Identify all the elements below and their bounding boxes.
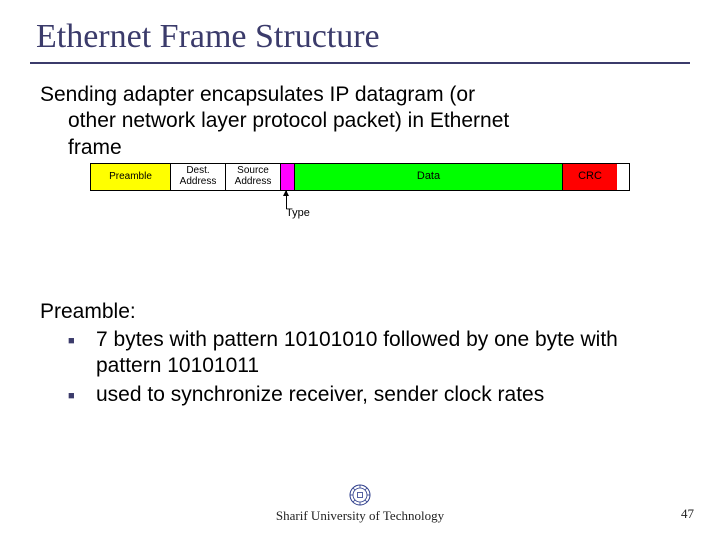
bullet-text: used to synchronize receiver, sender clo…: [96, 382, 680, 408]
frame-row: Preamble Dest.Address SourceAddress Data…: [90, 163, 630, 191]
field-source-address: SourceAddress: [226, 164, 281, 190]
bullet-icon: ■: [68, 327, 96, 349]
field-data: Data: [295, 164, 563, 190]
intro-line-1: Sending adapter encapsulates IP datagram…: [0, 82, 720, 108]
ethernet-frame-diagram: Preamble Dest.Address SourceAddress Data…: [90, 163, 630, 243]
slide-title: Ethernet Frame Structure: [0, 0, 720, 62]
type-label: Type: [286, 207, 310, 219]
title-underline: [30, 62, 690, 64]
preamble-heading: Preamble:: [0, 299, 720, 325]
field-dest-address: Dest.Address: [171, 164, 226, 190]
bullet-text: 7 bytes with pattern 10101010 followed b…: [96, 327, 680, 380]
field-type: [281, 164, 295, 190]
list-item: ■ 7 bytes with pattern 10101010 followed…: [40, 327, 680, 380]
intro-line-2: other network layer protocol packet) in …: [0, 108, 720, 134]
university-logo-icon: [349, 484, 371, 506]
footer: Sharif University of Technology: [0, 484, 720, 524]
page-number: 47: [681, 506, 694, 522]
bullet-list: ■ 7 bytes with pattern 10101010 followed…: [0, 327, 720, 408]
footer-text: Sharif University of Technology: [276, 508, 444, 523]
field-crc: CRC: [563, 164, 617, 190]
bullet-icon: ■: [68, 382, 96, 404]
list-item: ■ used to synchronize receiver, sender c…: [40, 382, 680, 408]
field-preamble: Preamble: [91, 164, 171, 190]
intro-line-3: frame: [0, 135, 720, 161]
